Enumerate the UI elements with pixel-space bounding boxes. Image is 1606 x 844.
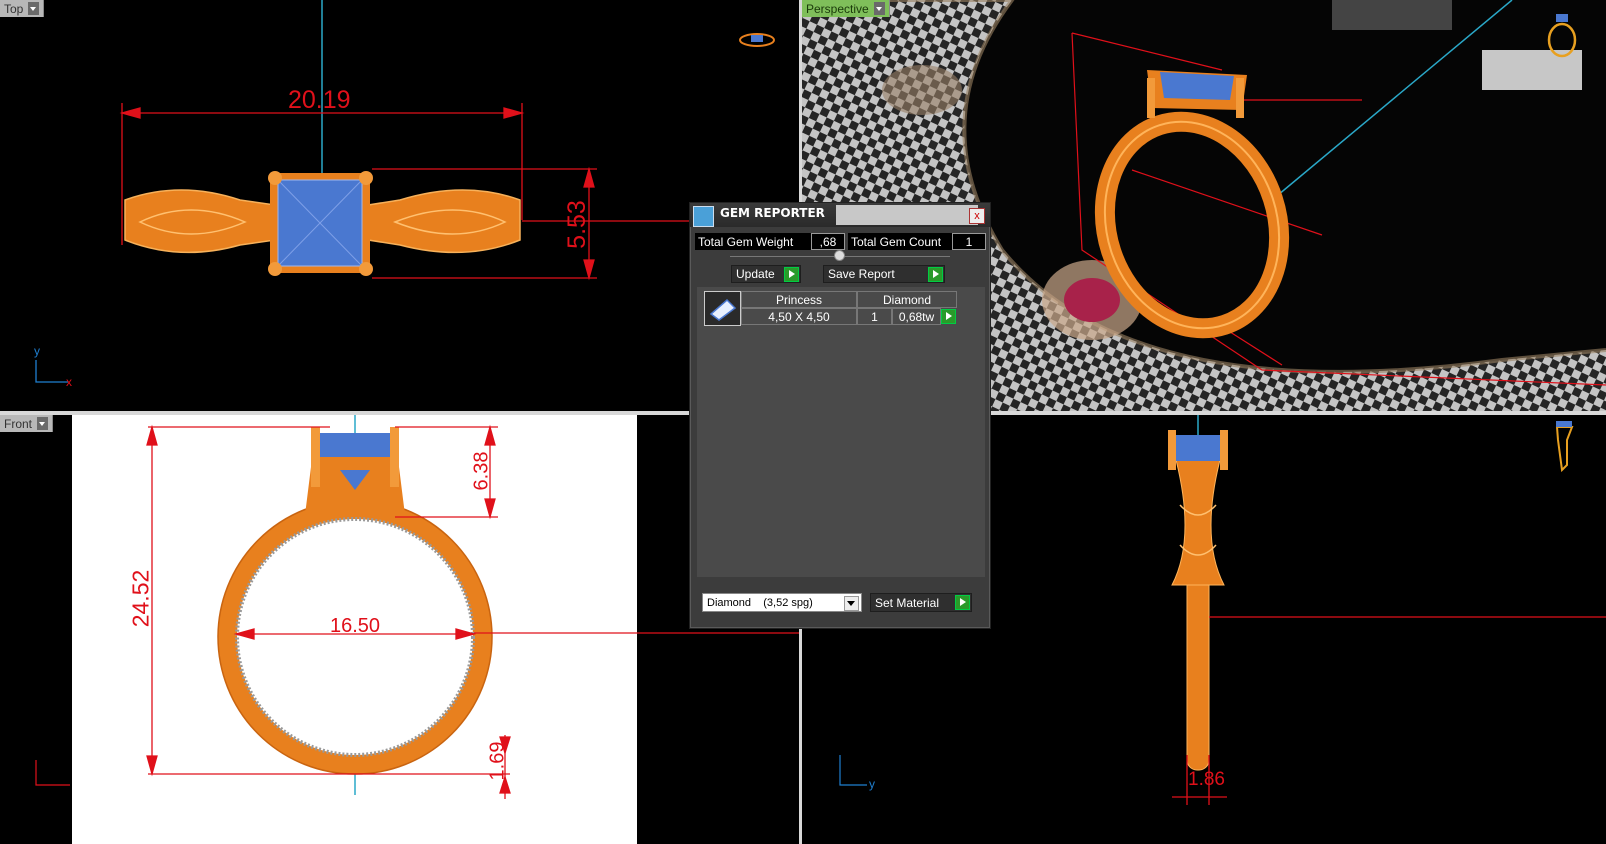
- play-icon: [784, 267, 799, 282]
- chevron-down-icon[interactable]: [37, 417, 49, 430]
- chevron-down-icon[interactable]: [844, 596, 859, 611]
- axis-y-label: y: [869, 777, 875, 791]
- play-icon: [928, 267, 943, 282]
- top-view-canvas: [35, 0, 775, 383]
- gem-reporter-panel: GEM REPORTER x Total Gem Weight ,68 Tota…: [689, 202, 991, 629]
- material-select[interactable]: Diamond (3,52 spg): [702, 593, 862, 612]
- viewport-front[interactable]: Front 24.52 16.50 6.38 1.69: [0, 415, 799, 844]
- dimension-height: 5.53: [562, 200, 591, 249]
- set-material-button[interactable]: Set Material: [870, 593, 972, 612]
- axis-y-label: y: [34, 344, 40, 358]
- viewport-title: Perspective: [806, 1, 869, 16]
- total-gem-count-label: Total Gem Count: [848, 233, 953, 250]
- dimension-shank-width: 1.86: [1188, 769, 1225, 790]
- gem-material-cell: Diamond: [857, 291, 957, 308]
- dimension-inner-diameter: 16.50: [330, 615, 381, 637]
- dimension-width: 20.19: [288, 86, 351, 114]
- chevron-down-icon[interactable]: [28, 2, 40, 15]
- gem-reporter-title: GEM REPORTER: [720, 206, 825, 220]
- play-icon: [955, 595, 970, 610]
- front-view-canvas: [35, 415, 799, 844]
- total-gem-count-field[interactable]: 1: [952, 233, 986, 250]
- collapse-arrow-icon[interactable]: [834, 250, 845, 261]
- viewport-top[interactable]: Top 20.19 5.53 y x: [0, 0, 799, 411]
- play-icon[interactable]: [941, 309, 956, 324]
- total-gem-weight-label: Total Gem Weight: [695, 233, 811, 250]
- axis-x-label: x: [66, 375, 72, 389]
- update-button[interactable]: Update: [731, 265, 801, 283]
- gem-reporter-titlebar[interactable]: GEM REPORTER x: [690, 203, 990, 227]
- gem-weight-cell: 0,68tw: [892, 308, 941, 325]
- dimension-head-height: 6.38: [470, 451, 493, 491]
- dimension-ring-height: 24.52: [127, 569, 154, 628]
- viewport-title: Front: [4, 416, 33, 431]
- viewport-label-perspective[interactable]: Perspective: [802, 0, 890, 17]
- viewport-title: Top: [4, 1, 24, 16]
- viewport-label-top[interactable]: Top: [0, 0, 45, 17]
- dimension-shank-thickness: 1.69: [486, 741, 509, 781]
- viewport-label-front[interactable]: Front: [0, 415, 54, 432]
- gem-list-item[interactable]: Princess Diamond 4,50 X 4,50 1 0,68tw: [697, 287, 985, 327]
- close-icon[interactable]: x: [969, 208, 985, 224]
- gem-shape-cell: Princess: [741, 291, 857, 308]
- titlebar-drag-area[interactable]: [836, 205, 978, 225]
- gem-count-cell: 1: [857, 308, 892, 325]
- save-report-button[interactable]: Save Report: [823, 265, 945, 283]
- gem-size-cell: 4,50 X 4,50: [741, 308, 857, 325]
- princess-diamond-icon: [704, 291, 741, 326]
- gem-list: Princess Diamond 4,50 X 4,50 1 0,68tw: [697, 287, 985, 577]
- total-gem-weight-field[interactable]: ,68: [811, 233, 845, 250]
- chevron-down-icon[interactable]: [873, 2, 885, 15]
- gem-reporter-logo-icon: [693, 206, 714, 227]
